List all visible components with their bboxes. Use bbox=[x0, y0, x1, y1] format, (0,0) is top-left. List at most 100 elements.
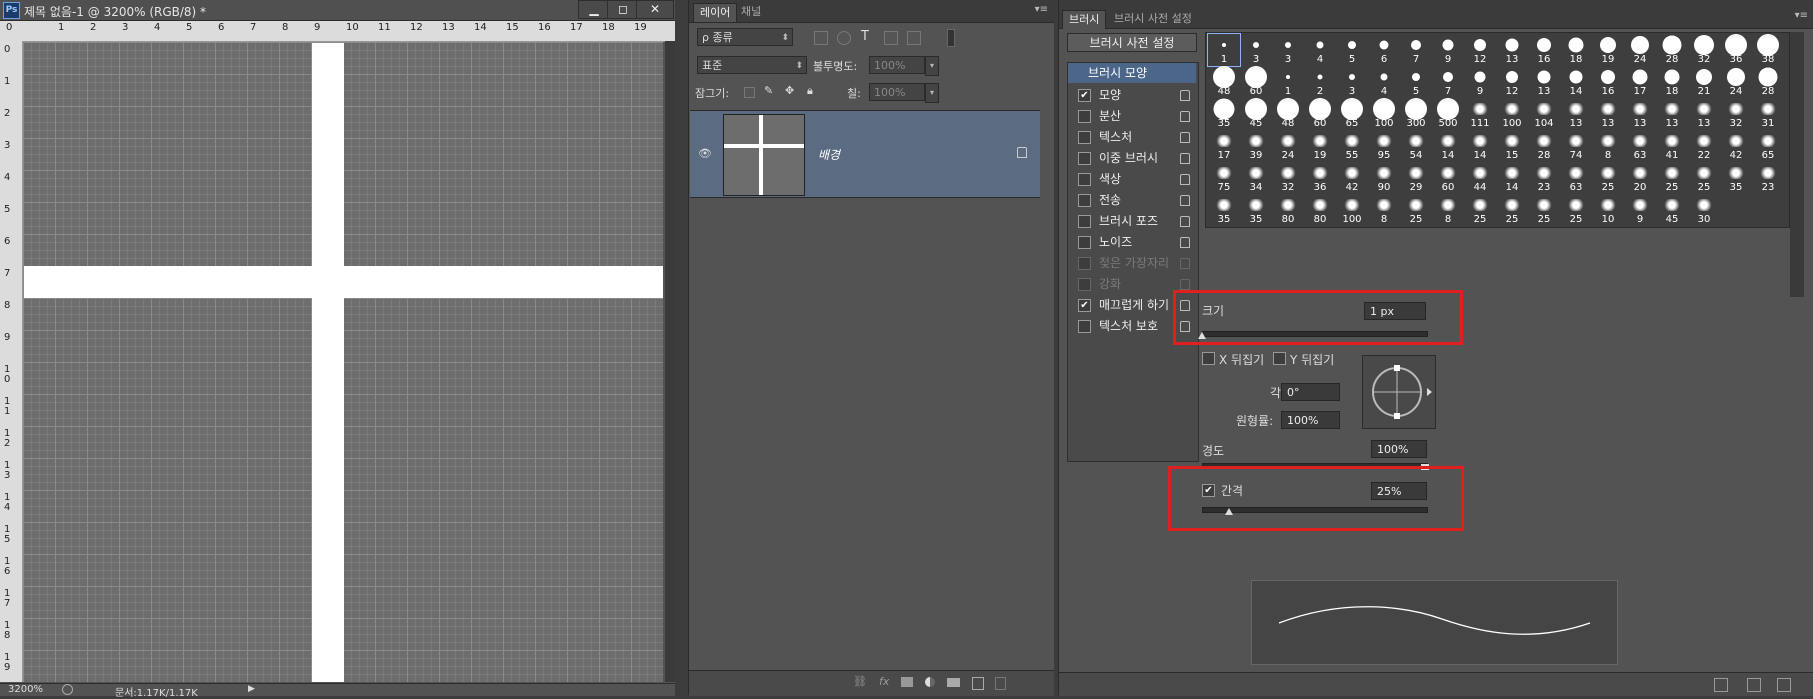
option-lock-icon[interactable] bbox=[1180, 195, 1190, 206]
brush-preset[interactable]: 111 bbox=[1464, 98, 1496, 130]
brush-preset[interactable]: 35 bbox=[1208, 194, 1240, 226]
option-lock-icon[interactable] bbox=[1180, 258, 1190, 269]
brush-preset[interactable]: 5 bbox=[1336, 34, 1368, 66]
grid-icon[interactable] bbox=[1747, 678, 1761, 692]
visibility-eye-icon[interactable]: 👁︎ bbox=[698, 147, 712, 160]
brush-preset[interactable]: 24 bbox=[1272, 130, 1304, 162]
toggle-hardness-icon[interactable] bbox=[1714, 678, 1728, 692]
brush-preset[interactable]: 23 bbox=[1528, 162, 1560, 194]
tab-layers[interactable]: 레이어 bbox=[693, 3, 738, 22]
brush-preset[interactable]: 48 bbox=[1272, 98, 1304, 130]
mask-icon[interactable] bbox=[901, 677, 913, 687]
brush-option-3[interactable]: 텍스처 bbox=[1068, 127, 1196, 147]
brush-preset[interactable]: 25 bbox=[1496, 194, 1528, 226]
maximize-button[interactable]: ◻ bbox=[607, 0, 639, 19]
angle-roundness-control[interactable] bbox=[1362, 355, 1436, 429]
option-checkbox[interactable] bbox=[1078, 152, 1091, 165]
filter-pixel-icon[interactable] bbox=[814, 31, 828, 45]
angle-field[interactable]: 0° bbox=[1281, 383, 1340, 401]
lock-all-icon[interactable]: 🔒︎ bbox=[807, 84, 813, 98]
brush-preset[interactable]: 80 bbox=[1304, 194, 1336, 226]
brush-preset[interactable]: 38 bbox=[1752, 34, 1784, 66]
filter-toggle-switch[interactable] bbox=[947, 29, 955, 47]
brush-option-7[interactable]: 브러시 포즈 bbox=[1068, 211, 1196, 231]
brush-preset[interactable]: 39 bbox=[1240, 130, 1272, 162]
brush-preset[interactable]: 41 bbox=[1656, 130, 1688, 162]
brush-option-6[interactable]: 전송 bbox=[1068, 190, 1196, 210]
new-preset-icon[interactable] bbox=[1777, 678, 1791, 692]
brush-preset[interactable]: 14 bbox=[1432, 130, 1464, 162]
brush-preset[interactable]: 16 bbox=[1592, 66, 1624, 98]
brush-preset[interactable]: 500 bbox=[1432, 98, 1464, 130]
brush-preset[interactable]: 9 bbox=[1464, 66, 1496, 98]
option-lock-icon[interactable] bbox=[1180, 153, 1190, 164]
brush-preset[interactable]: 34 bbox=[1240, 162, 1272, 194]
option-checkbox[interactable] bbox=[1078, 215, 1091, 228]
option-checkbox[interactable]: ✔ bbox=[1078, 299, 1091, 312]
brush-preset[interactable]: 104 bbox=[1528, 98, 1560, 130]
brush-preset[interactable]: 6 bbox=[1368, 34, 1400, 66]
brush-preset[interactable]: 24 bbox=[1720, 66, 1752, 98]
roundness-field[interactable]: 100% bbox=[1281, 411, 1340, 429]
brush-preset[interactable]: 36 bbox=[1720, 34, 1752, 66]
brush-preset[interactable]: 17 bbox=[1208, 130, 1240, 162]
panel-menu-icon[interactable]: ▾≡ bbox=[1035, 4, 1048, 15]
option-lock-icon[interactable] bbox=[1180, 111, 1190, 122]
folder-icon[interactable] bbox=[947, 678, 960, 687]
brush-preset[interactable]: 25 bbox=[1688, 162, 1720, 194]
brush-preset[interactable]: 13 bbox=[1624, 98, 1656, 130]
brush-preset[interactable]: 35 bbox=[1208, 98, 1240, 130]
brush-preset[interactable]: 36 bbox=[1304, 162, 1336, 194]
hardness-field[interactable]: 100% bbox=[1371, 440, 1427, 458]
brush-preset[interactable]: 4 bbox=[1368, 66, 1400, 98]
brush-preset[interactable]: 8 bbox=[1592, 130, 1624, 162]
brush-option-1[interactable]: ✔ 모양 bbox=[1068, 85, 1196, 105]
brush-preset[interactable]: 3 bbox=[1336, 66, 1368, 98]
filter-kind-dropdown[interactable]: ρ 종류 ⬍ bbox=[697, 28, 793, 46]
brush-option-9[interactable]: 젖은 가장자리 bbox=[1068, 253, 1196, 273]
brush-preset[interactable]: 13 bbox=[1560, 98, 1592, 130]
brush-preset[interactable]: 19 bbox=[1304, 130, 1336, 162]
brush-preset[interactable]: 20 bbox=[1624, 162, 1656, 194]
filter-type-icon[interactable]: T bbox=[861, 29, 869, 44]
brush-preset[interactable]: 18 bbox=[1656, 66, 1688, 98]
minimize-button[interactable]: ▁ bbox=[578, 0, 610, 19]
brush-preset[interactable]: 300 bbox=[1400, 98, 1432, 130]
option-lock-icon[interactable] bbox=[1180, 132, 1190, 143]
brush-preset[interactable]: 14 bbox=[1464, 130, 1496, 162]
brush-preset[interactable]: 28 bbox=[1656, 34, 1688, 66]
brush-preset[interactable]: 32 bbox=[1720, 98, 1752, 130]
option-checkbox[interactable]: ✔ bbox=[1078, 89, 1091, 102]
brush-preset[interactable]: 31 bbox=[1752, 98, 1784, 130]
flip-x-checkbox[interactable] bbox=[1202, 352, 1215, 365]
brush-preset[interactable]: 3 bbox=[1272, 34, 1304, 66]
brush-preset[interactable]: 12 bbox=[1464, 34, 1496, 66]
filter-adjustment-icon[interactable] bbox=[837, 31, 851, 45]
vertical-ruler[interactable]: 0 1 2 3 4 5 6 7 8 9 10 11 12 13 14 15 16 17 18 19 bbox=[0, 41, 23, 682]
brush-preset[interactable]: 22 bbox=[1688, 130, 1720, 162]
brush-preset[interactable]: 17 bbox=[1624, 66, 1656, 98]
brush-preset[interactable]: 30 bbox=[1688, 194, 1720, 226]
brush-preset[interactable]: 28 bbox=[1752, 66, 1784, 98]
brush-preset[interactable]: 80 bbox=[1272, 194, 1304, 226]
brush-preset[interactable]: 32 bbox=[1272, 162, 1304, 194]
brush-preset[interactable]: 35 bbox=[1240, 194, 1272, 226]
brush-preset[interactable]: 13 bbox=[1656, 98, 1688, 130]
brush-preset[interactable]: 42 bbox=[1336, 162, 1368, 194]
document-title-bar[interactable]: Ps 제목 없음-1 @ 3200% (RGB/8) * ▁ ◻ ✕ bbox=[0, 0, 675, 21]
brush-preset[interactable]: 21 bbox=[1688, 66, 1720, 98]
option-lock-icon[interactable] bbox=[1180, 174, 1190, 185]
brush-preset[interactable]: 13 bbox=[1528, 66, 1560, 98]
brush-preset[interactable]: 25 bbox=[1464, 194, 1496, 226]
brush-preset[interactable]: 63 bbox=[1560, 162, 1592, 194]
brush-preset[interactable]: 45 bbox=[1656, 194, 1688, 226]
brush-preset[interactable]: 95 bbox=[1368, 130, 1400, 162]
brush-preset[interactable]: 25 bbox=[1400, 194, 1432, 226]
brush-preset[interactable]: 23 bbox=[1752, 162, 1784, 194]
option-checkbox[interactable] bbox=[1078, 236, 1091, 249]
brush-preset[interactable]: 8 bbox=[1368, 194, 1400, 226]
brush-preset[interactable]: 10 bbox=[1592, 194, 1624, 226]
brush-preset[interactable]: 65 bbox=[1336, 98, 1368, 130]
filter-shape-icon[interactable] bbox=[884, 31, 898, 45]
brush-preset[interactable]: 28 bbox=[1528, 130, 1560, 162]
